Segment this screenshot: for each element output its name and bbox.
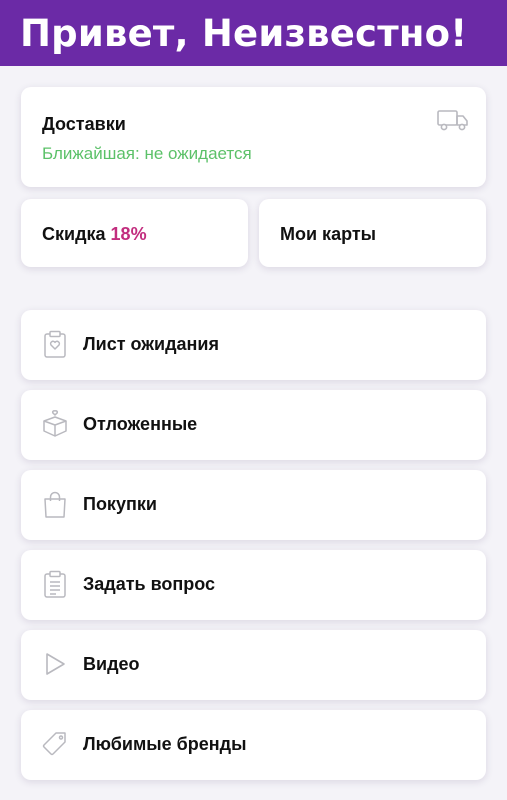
- my-cards-label: Мои карты: [280, 224, 377, 244]
- deliveries-card[interactable]: Доставки Ближайшая: не ожидается: [21, 87, 486, 187]
- play-icon: [40, 649, 70, 679]
- clipboard-heart-icon: [40, 329, 70, 359]
- menu-item-video[interactable]: Видео: [21, 630, 486, 700]
- menu-item-label: Видео: [83, 654, 140, 674]
- discount-label-wrap: Скидка 18%: [42, 224, 147, 245]
- menu-item-ask-question[interactable]: Задать вопрос: [21, 550, 486, 620]
- discount-value: 18%: [110, 224, 147, 244]
- my-cards-card[interactable]: Мои карты: [259, 199, 486, 267]
- menu-item-label: Покупки: [83, 494, 157, 514]
- menu-item-label: Отложенные: [83, 414, 198, 434]
- clipboard-list-icon: [40, 569, 70, 599]
- discount-label: Скидка: [42, 224, 106, 244]
- menu-item-favorite-brands[interactable]: Любимые бренды: [21, 710, 486, 780]
- truck-icon: [437, 109, 469, 131]
- header-bar: Привет, Неизвестно!: [0, 0, 507, 66]
- menu-item-label: Любимые бренды: [83, 734, 247, 754]
- tag-icon: [40, 729, 70, 759]
- box-heart-icon: [40, 409, 70, 439]
- shopping-bag-icon: [40, 489, 70, 519]
- greeting-title: Привет, Неизвестно!: [20, 11, 468, 55]
- menu-item-label: Лист ожидания: [83, 334, 219, 354]
- menu-item-purchases[interactable]: Покупки: [21, 470, 486, 540]
- discount-card[interactable]: Скидка 18%: [21, 199, 248, 267]
- menu-item-deferred[interactable]: Отложенные: [21, 390, 486, 460]
- deliveries-status: Ближайшая: не ожидается: [42, 144, 252, 163]
- deliveries-title: Доставки: [42, 114, 126, 134]
- menu-item-label: Задать вопрос: [83, 574, 216, 594]
- menu-item-waitlist[interactable]: Лист ожидания: [21, 310, 486, 380]
